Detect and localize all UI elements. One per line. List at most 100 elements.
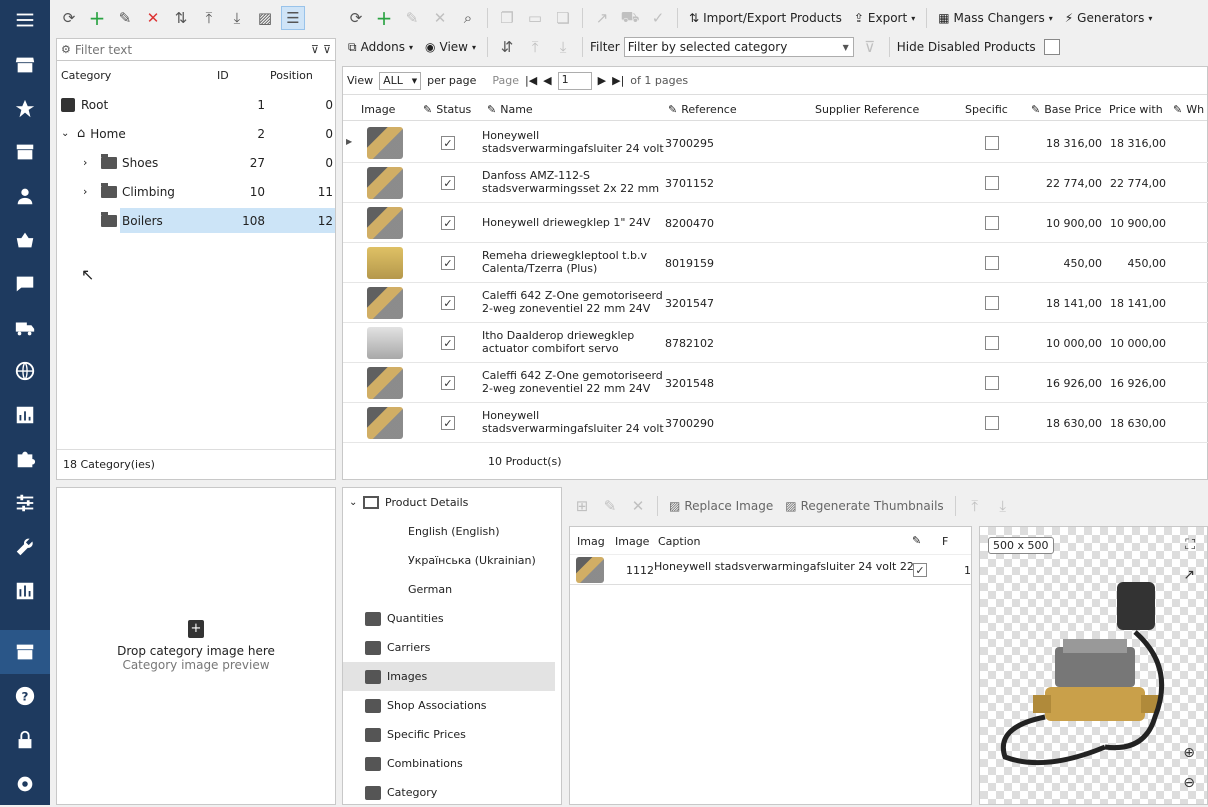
specific-checkbox[interactable] bbox=[985, 336, 999, 350]
detail-specific-prices[interactable]: Specific Prices bbox=[343, 720, 558, 749]
status-checkbox[interactable]: ✓ bbox=[441, 256, 455, 270]
product-name[interactable]: Itho Daalderop driewegklep actuator combi… bbox=[482, 329, 634, 355]
col-supplier-ref[interactable]: Supplier Reference bbox=[815, 97, 919, 121]
product-ref[interactable]: 3201548 bbox=[665, 377, 714, 390]
chevron-right-icon[interactable]: › bbox=[83, 185, 101, 198]
product-name[interactable]: Honeywell stadsverwarmingafsluiter 24 vol… bbox=[482, 409, 664, 435]
truck-icon[interactable] bbox=[0, 308, 50, 348]
mass-changers-button[interactable]: ▦ Mass Changers ▾ bbox=[934, 11, 1057, 25]
base-price[interactable]: 10 000,00 bbox=[1023, 337, 1102, 350]
category-filter-input[interactable] bbox=[74, 42, 255, 57]
refresh-icon[interactable]: ⟳ bbox=[57, 6, 81, 30]
filter-tree-icon[interactable]: ☰ bbox=[281, 6, 305, 30]
regenerate-button[interactable]: ▨ Regenerate Thumbnails bbox=[781, 499, 947, 513]
image-caption[interactable]: Honeywell stadsverwarmingafsluiter 24 vo… bbox=[654, 560, 914, 573]
table-row[interactable]: ▶ ✓ Honeywell stadsverwarmingafsluiter 24… bbox=[343, 123, 1208, 163]
fit-icon[interactable]: ⛶ bbox=[1185, 537, 1195, 553]
chevron-down-icon[interactable]: ⌄ bbox=[349, 497, 363, 508]
image-icon[interactable]: ▨ bbox=[253, 6, 277, 30]
base-price[interactable]: 18 316,00 bbox=[1023, 137, 1102, 150]
table-row[interactable]: ✓ Danfoss AMZ-112-S stadsverwarmingsset 2… bbox=[343, 163, 1208, 203]
specific-checkbox[interactable] bbox=[985, 296, 999, 310]
user-icon[interactable] bbox=[0, 176, 50, 216]
col-f[interactable]: F bbox=[942, 535, 948, 548]
edit-icon[interactable]: ✎ bbox=[912, 534, 921, 547]
edit-icon[interactable]: ✎ bbox=[113, 6, 137, 30]
next-page-icon[interactable]: ▶ bbox=[598, 74, 606, 87]
detail-combinations[interactable]: Combinations bbox=[343, 749, 558, 778]
filter-select[interactable]: Filter by selected category ▼ bbox=[623, 37, 854, 57]
col-base-price[interactable]: ✎ Base Price bbox=[1031, 97, 1101, 121]
detail-ukrainian[interactable]: Українська (Ukrainian) bbox=[343, 546, 558, 575]
view-button[interactable]: ◉ View ▾ bbox=[421, 40, 480, 54]
price-with[interactable]: 18 316,00 bbox=[1093, 137, 1166, 150]
price-with[interactable]: 22 774,00 bbox=[1093, 177, 1166, 190]
product-ref[interactable]: 3701152 bbox=[665, 177, 714, 190]
chevron-down-icon[interactable]: ⌄ bbox=[61, 128, 77, 139]
replace-image-button[interactable]: ▨ Replace Image bbox=[665, 499, 777, 513]
base-price[interactable]: 18 141,00 bbox=[1023, 297, 1102, 310]
gear-icon[interactable]: ⚙ bbox=[61, 43, 71, 56]
detail-category[interactable]: Category bbox=[343, 778, 558, 807]
store-icon[interactable] bbox=[0, 45, 50, 85]
col-name[interactable]: ✎ Name bbox=[487, 97, 533, 121]
price-with[interactable]: 18 141,00 bbox=[1093, 297, 1166, 310]
tree-row-climbing[interactable]: › Climbing 10 11 bbox=[57, 177, 335, 206]
generators-button[interactable]: ⚡ Generators ▾ bbox=[1061, 11, 1157, 25]
sliders-icon[interactable] bbox=[0, 483, 50, 523]
move-down-icon[interactable]: ⤓ bbox=[991, 494, 1015, 518]
col-image[interactable]: Image bbox=[361, 97, 395, 121]
sort-icon[interactable]: ⇅ bbox=[169, 6, 193, 30]
tree-row-boilers[interactable]: Boilers 108 12 bbox=[57, 206, 335, 235]
move-up-icon[interactable]: ⤒ bbox=[523, 35, 547, 59]
status-checkbox[interactable]: ✓ bbox=[441, 296, 455, 310]
status-checkbox[interactable]: ✓ bbox=[441, 336, 455, 350]
detail-product-details[interactable]: ⌄ Product Details bbox=[343, 488, 558, 517]
status-checkbox[interactable]: ✓ bbox=[441, 216, 455, 230]
chat-icon[interactable] bbox=[0, 264, 50, 304]
delete-icon[interactable]: ✕ bbox=[141, 6, 165, 30]
detail-english[interactable]: English (English) bbox=[343, 517, 558, 546]
filter-clear-icon[interactable]: ⊽ bbox=[323, 43, 331, 56]
column-category[interactable]: Category bbox=[61, 69, 111, 82]
product-name[interactable]: Remeha driewegkleptool t.b.v Calenta/Tzer… bbox=[482, 249, 647, 275]
col-price-with[interactable]: Price with bbox=[1109, 97, 1163, 121]
table-row[interactable]: ✓ Honeywell stadsverwarmingafsluiter 24 v… bbox=[343, 403, 1208, 443]
tree-row-root[interactable]: Root 1 0 bbox=[57, 90, 335, 119]
filter-add-icon[interactable]: ⊽ bbox=[311, 43, 319, 56]
delete-icon[interactable]: ✕ bbox=[428, 6, 452, 30]
settings-icon[interactable] bbox=[0, 764, 50, 804]
move-icon[interactable]: ↗ bbox=[590, 6, 614, 30]
search-icon[interactable]: ⌕ bbox=[456, 6, 480, 30]
import-export-button[interactable]: ⇅ Import/Export Products bbox=[685, 11, 846, 25]
stats-icon[interactable] bbox=[0, 395, 50, 435]
addons-button[interactable]: ⧉ Addons ▾ bbox=[344, 40, 417, 55]
star-icon[interactable] bbox=[0, 89, 50, 129]
add-image-icon[interactable]: ⊞ bbox=[570, 494, 594, 518]
page-size-select[interactable]: ALL ▼ bbox=[379, 71, 422, 90]
price-with[interactable]: 10 900,00 bbox=[1093, 217, 1166, 230]
product-ref[interactable]: 8200470 bbox=[665, 217, 714, 230]
puzzle-icon[interactable] bbox=[0, 439, 50, 479]
tree-row-home[interactable]: ⌄ ⌂ Home 2 0 bbox=[57, 119, 335, 148]
specific-checkbox[interactable] bbox=[985, 256, 999, 270]
detail-images[interactable]: Images bbox=[343, 662, 555, 691]
base-price[interactable]: 450,00 bbox=[1023, 257, 1103, 270]
move-down-icon[interactable]: ⤓ bbox=[225, 6, 249, 30]
move-up-icon[interactable]: ⤒ bbox=[197, 6, 221, 30]
duplicate-icon[interactable]: ❏ bbox=[551, 6, 575, 30]
last-page-icon[interactable]: ▶| bbox=[612, 74, 624, 87]
product-ref[interactable]: 8782102 bbox=[665, 337, 714, 350]
export-button[interactable]: ⇪ Export ▾ bbox=[850, 11, 919, 25]
paste-icon[interactable]: ▭ bbox=[523, 6, 547, 30]
status-checkbox[interactable]: ✓ bbox=[441, 416, 455, 430]
image-row[interactable]: 1112 Honeywell stadsverwarmingafsluiter … bbox=[570, 555, 971, 585]
globe-icon[interactable] bbox=[0, 351, 50, 391]
price-with[interactable]: 10 000,00 bbox=[1093, 337, 1166, 350]
sort-alpha-icon[interactable]: ⇵ bbox=[495, 35, 519, 59]
table-row[interactable]: ✓ Honeywell driewegklep 1" 24V 8200470 1… bbox=[343, 203, 1208, 243]
detail-carriers[interactable]: Carriers bbox=[343, 633, 558, 662]
product-ref[interactable]: 8019159 bbox=[665, 257, 714, 270]
status-checkbox[interactable]: ✓ bbox=[441, 136, 455, 150]
specific-checkbox[interactable] bbox=[985, 176, 999, 190]
